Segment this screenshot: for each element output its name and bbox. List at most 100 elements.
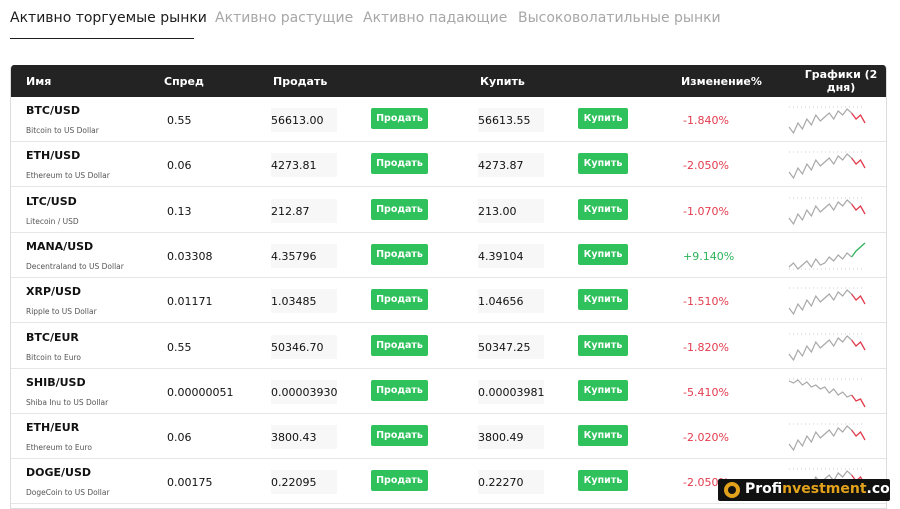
sparkline-recent-line [851, 293, 866, 305]
pair-name: Litecoin / USD [26, 216, 79, 226]
buy-button[interactable]: Купить [578, 425, 628, 447]
buy-price: 4273.87 [478, 153, 544, 178]
tab-growing[interactable]: Активно растущие [215, 10, 353, 26]
pair-symbol: BTC/EUR [26, 330, 79, 344]
buy-button[interactable]: Купить [578, 153, 628, 175]
buy-button[interactable]: Купить [578, 334, 628, 356]
pair-symbol: BTC/USD [26, 104, 80, 117]
active-tab-indicator [10, 38, 194, 39]
spread-value: 0.06 [167, 159, 192, 173]
sparkline-chart [788, 242, 866, 270]
buy-button[interactable]: Купить [578, 108, 628, 129]
pair-symbol: ETH/EUR [26, 421, 80, 435]
buy-button[interactable]: Купить [578, 379, 628, 401]
column-header-buy: Купить [480, 75, 525, 88]
tab-volatile[interactable]: Высоковолатильные рынки [518, 10, 721, 26]
pair-name: Bitcoin to Euro [26, 352, 82, 362]
sell-button[interactable]: Продать [371, 334, 428, 356]
sparkline-recent-line [851, 157, 866, 169]
pair-name: DogeCoin to US Dollar [26, 488, 110, 498]
sell-button[interactable]: Продать [371, 425, 428, 447]
sell-button[interactable]: Продать [371, 470, 428, 492]
sell-button[interactable]: Продать [371, 289, 428, 311]
sparkline-history-line [788, 153, 852, 180]
sparkline-chart [788, 423, 866, 452]
change-percent: -1.510% [683, 295, 729, 309]
sell-button[interactable]: Продать [371, 379, 428, 401]
tab-falling[interactable]: Активно падающие [363, 10, 507, 26]
change-percent: -2.020% [683, 431, 729, 445]
table-row: ETH/EUR Ethereum to Euro 0.06 3800.43 Продат… [11, 414, 886, 460]
buy-button[interactable]: Купить [578, 470, 628, 492]
buy-price: 213.00 [478, 198, 544, 223]
sparkline-history-line [788, 425, 852, 452]
change-percent: -5.410% [683, 385, 729, 399]
pair-name: Shiba Inu to US Dollar [26, 397, 109, 407]
column-header-spread: Спред [164, 75, 204, 88]
pair-symbol: LTC/USD [26, 194, 77, 208]
table-row: MANA/USD Decentraland to US Dollar 0.03308… [11, 232, 886, 278]
sell-button[interactable]: Продать [371, 108, 428, 129]
sell-price: 0.22095 [271, 470, 337, 495]
column-header-chart: Графики (2 дня) [804, 68, 878, 94]
sell-price: 4273.81 [271, 153, 337, 178]
change-percent: -1.840% [683, 114, 729, 127]
spread-value: 0.00000051 [167, 385, 234, 399]
table-row: SHIB/USD Shiba Inu to US Dollar 0.00000051… [11, 368, 886, 414]
sparkline-history-line [788, 289, 852, 316]
buy-button[interactable]: Купить [578, 243, 628, 265]
sparkline-chart [788, 333, 866, 361]
sparkline-chart [788, 378, 866, 408]
table-row: XRP/USD Ripple to US Dollar 0.01171 1.03485… [11, 278, 886, 324]
pair-name: Ethereum to Euro [26, 443, 92, 453]
watermark-text: Profinvestment.com [745, 481, 900, 497]
spread-value: 0.01171 [167, 295, 213, 309]
sparkline-recent-line [851, 394, 866, 408]
spread-value: 0.06 [167, 431, 192, 445]
sparkline-chart [788, 106, 866, 135]
pair-name: Ethereum to US Dollar [26, 171, 110, 181]
profinvestment-watermark: Profinvestment.com [718, 479, 900, 501]
tab-actively-traded[interactable]: Активно торгуемые рынки [10, 10, 207, 26]
sparkline-recent-line [851, 339, 866, 350]
sell-price: 50346.70 [271, 334, 337, 359]
pair-name: Ripple to US Dollar [26, 307, 97, 317]
change-percent: -1.070% [683, 204, 729, 218]
spread-value: 0.13 [167, 204, 192, 218]
table-row: LTC/USD Litecoin / USD 0.13 212.87 Продать 21… [11, 187, 886, 233]
buy-button[interactable]: Купить [578, 198, 628, 220]
sell-button[interactable]: Продать [371, 243, 428, 265]
sell-price: 56613.00 [271, 108, 337, 132]
sparkline-history-line [788, 334, 852, 361]
spread-value: 0.55 [167, 114, 192, 127]
sparkline-history-line [788, 108, 852, 135]
spread-value: 0.00175 [167, 476, 213, 490]
table-header: Имя Спред Продать Купить Изменение% Граф… [11, 65, 886, 97]
sell-price: 1.03485 [271, 289, 337, 314]
buy-button[interactable]: Купить [578, 289, 628, 311]
column-header-name: Имя [26, 75, 52, 88]
pair-symbol: DOGE/USD [26, 466, 92, 480]
spread-value: 0.03308 [167, 249, 213, 263]
table-row: BTC/EUR Bitcoin to Euro 0.55 50346.70 Продат… [11, 323, 886, 369]
change-percent: +9.140% [683, 249, 735, 263]
sell-button[interactable]: Продать [371, 198, 428, 220]
buy-price: 3800.49 [478, 425, 544, 450]
column-header-sell: Продать [273, 75, 328, 88]
sparkline-recent-line [851, 429, 866, 441]
sell-price: 212.87 [271, 198, 337, 223]
table-row: ETH/USD Ethereum to US Dollar 0.06 4273.81 П… [11, 142, 886, 188]
column-header-change: Изменение% [681, 75, 762, 88]
sparkline-recent-line [851, 203, 866, 214]
sparkline-history-line [788, 252, 852, 270]
table-row: BTC/USD Bitcoin to US Dollar 0.55 56613.00 П… [11, 97, 886, 142]
pair-name: Bitcoin to US Dollar [26, 126, 99, 135]
pair-symbol: ETH/USD [26, 149, 81, 163]
buy-price: 0.22270 [478, 470, 544, 495]
change-percent: -1.820% [683, 340, 729, 354]
pair-symbol: MANA/USD [26, 239, 94, 253]
sell-price: 0.00003930 [271, 379, 337, 404]
sparkline-recent-line [851, 242, 866, 258]
sparkline-chart [788, 287, 866, 316]
sell-button[interactable]: Продать [371, 153, 428, 175]
